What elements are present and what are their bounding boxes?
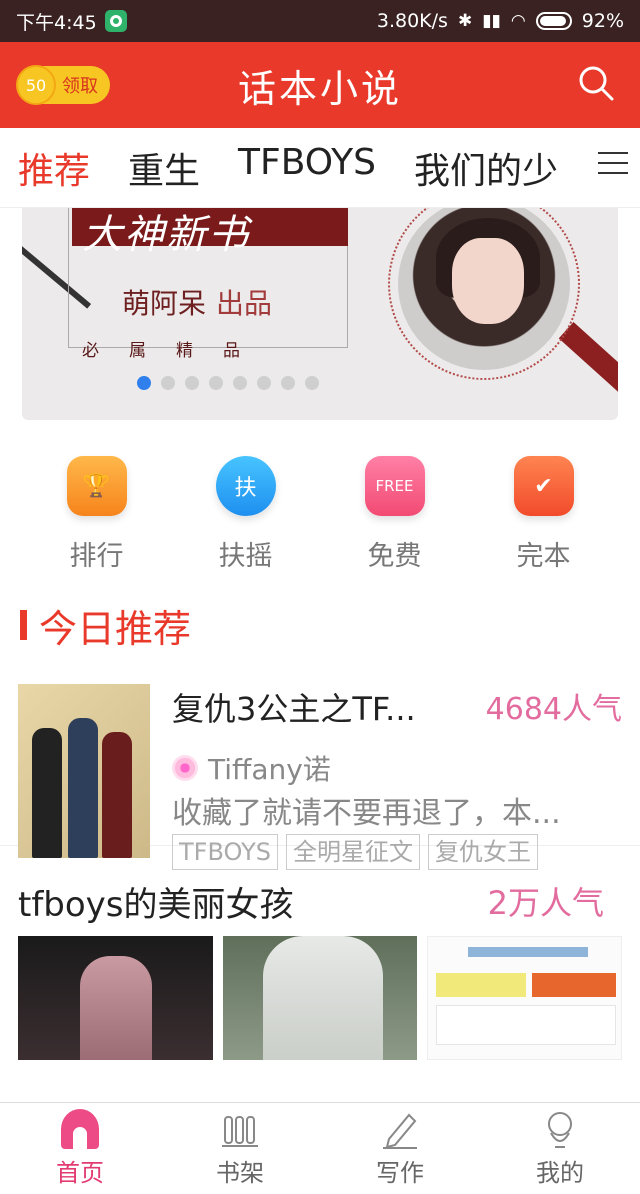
nav-bookshelf-label: 书架 [216,1159,264,1187]
author-avatar-icon [172,755,198,781]
banner-author: 萌阿呆 出品 [122,287,273,320]
tab-rebirth[interactable]: 重生 [128,142,200,194]
featured-book[interactable]: 复仇3公主之TF... 4684人气 Tiffany诺 收藏了就请不要再退了，本… [0,656,640,870]
carousel-dots [22,376,618,390]
fuyao-label: 扶摇 [218,541,273,572]
book-cover [18,684,150,858]
bottom-nav: 首页 书架 写作 我的 [0,1102,640,1194]
carousel-dot[interactable] [305,376,319,390]
carousel-dot[interactable] [281,376,295,390]
network-speed: 3.80K/s [376,10,448,32]
carousel-dot[interactable] [209,376,223,390]
nav-profile[interactable]: 我的 [480,1103,640,1194]
carousel-dot[interactable] [257,376,271,390]
thumbnail[interactable] [222,936,418,1060]
nav-write[interactable]: 写作 [320,1103,480,1194]
status-time: 下午4:45 [16,11,97,34]
quick-entries: 🏆 排行 扶 扶摇 FREE 免费 ✔ 完本 [0,420,640,598]
tag[interactable]: TFBOYS [172,834,278,870]
trophy-icon: 🏆 [66,456,127,516]
wifi-icon: ◠ [510,11,526,31]
nav-bookshelf[interactable]: 书架 [160,1103,320,1194]
notification-app-icon [104,10,127,32]
tag[interactable]: 全明星征文 [285,834,420,870]
category-tabs: 推荐 重生 TFBOYS 我们的少 [0,128,640,208]
nav-home-label: 首页 [56,1159,104,1187]
section-title: 今日推荐 [39,606,192,651]
carousel-dot[interactable] [233,376,247,390]
completed-label: 完本 [516,541,571,572]
list-title: tfboys的美丽女孩 [18,884,294,925]
tab-tfboys[interactable]: TFBOYS [238,142,376,194]
thumbnail[interactable] [18,936,213,1060]
status-bar: 下午4:45 3.80K/s ✱ ▮▮ ◠ 92% [0,0,640,42]
home-icon [61,1109,99,1149]
completed-entry[interactable]: ✔ 完本 [484,456,604,598]
tag[interactable]: 复仇女王 [427,834,538,870]
thumbnail[interactable] [427,936,622,1060]
carousel-dot[interactable] [137,376,151,390]
battery-icon [535,12,572,30]
section-header: 今日推荐 [0,594,640,656]
profile-icon [541,1109,579,1149]
list-popularity: 2万人气 [487,884,604,922]
book-description: 收藏了就请不要再退了，本... [172,796,561,831]
tab-our-youth[interactable]: 我们的少 [414,142,558,194]
ranking-entry[interactable]: 🏆 排行 [37,456,157,598]
promo-banner[interactable]: 大神新书 萌阿呆 出品 必属精品 [22,208,618,420]
signal-icon: ▮▮ [482,11,501,31]
nav-profile-label: 我的 [536,1159,584,1187]
tab-recommend[interactable]: 推荐 [18,142,90,194]
nav-write-label: 写作 [376,1159,424,1187]
carousel-dot[interactable] [185,376,199,390]
app-header: 50 领取 话本小说 [0,42,640,128]
pen-icon [381,1109,419,1149]
carousel-dot[interactable] [161,376,175,390]
free-entry[interactable]: FREE 免费 [335,456,455,598]
ranking-label: 排行 [69,541,124,572]
claim-label: 领取 [62,76,98,97]
check-icon: ✔ [513,456,574,516]
coin-icon: 50 [16,65,56,105]
search-icon[interactable] [576,63,620,107]
book-popularity: 4684人气 [485,692,622,727]
book-tags: TFBOYS 全明星征文 复仇女王 [172,834,622,870]
book-author: Tiffany诺 [208,753,331,786]
banner-headline: 大神新书 [82,212,250,258]
free-label: 免费 [367,541,422,572]
battery-percent: 92% [581,10,624,32]
nav-home[interactable]: 首页 [0,1103,160,1194]
bluetooth-icon: ✱ [457,11,473,31]
menu-icon[interactable] [598,152,628,182]
bookshelf-icon [221,1109,259,1149]
app-screen: 下午4:45 3.80K/s ✱ ▮▮ ◠ 92% 50 领取 话本小说 推荐 … [0,0,640,1194]
magnifier-handle [558,322,618,412]
book-title: 复仇3公主之TF... [172,690,416,728]
section-accent-bar [20,610,27,640]
claim-coins-button[interactable]: 50 领取 [16,65,110,105]
free-icon: FREE [364,456,425,516]
fuyao-entry[interactable]: 扶 扶摇 [186,456,306,598]
banner-motto: 必属精品 [82,341,270,361]
list-thumbnails [0,936,640,1060]
fuyao-icon: 扶 [215,456,276,516]
